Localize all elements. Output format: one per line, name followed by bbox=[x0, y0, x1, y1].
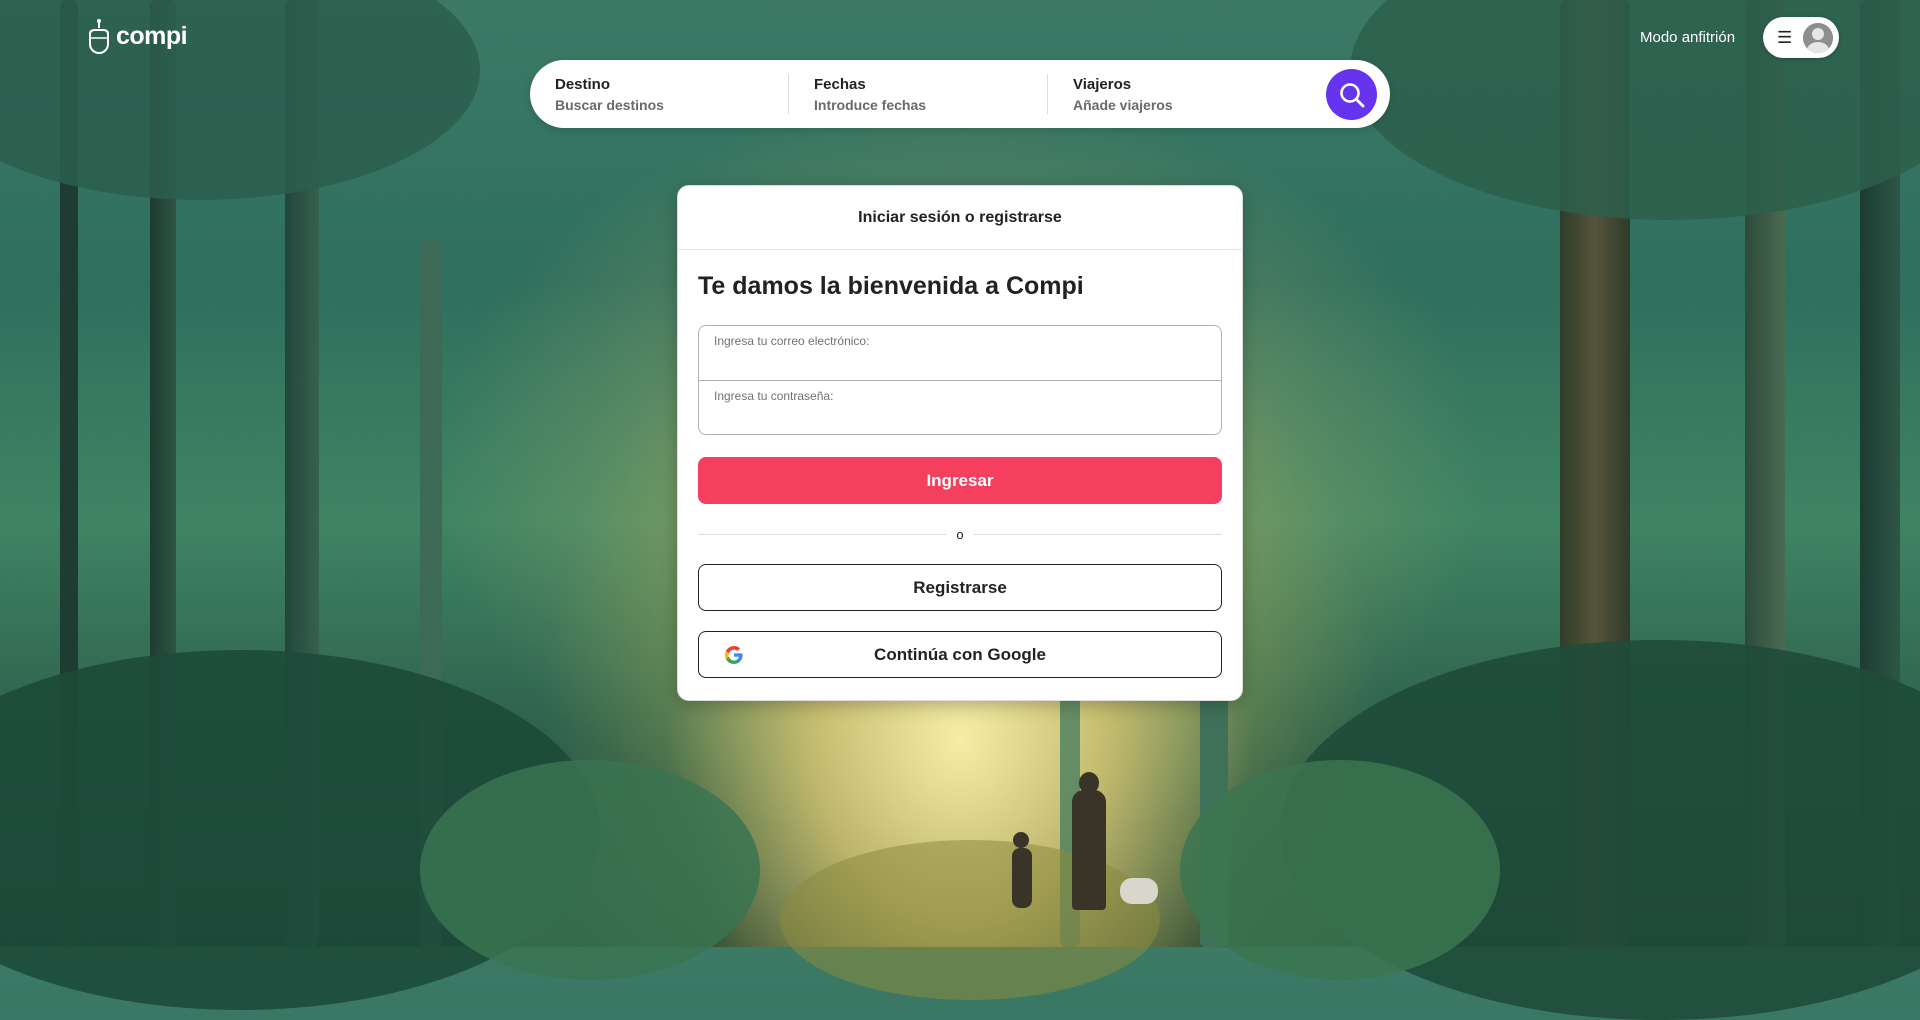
compi-logo[interactable]: compi bbox=[86, 18, 188, 54]
password-field-wrapper: Ingresa tu contraseña: bbox=[699, 380, 1221, 434]
register-button[interactable]: Registrarse bbox=[698, 564, 1222, 611]
dates-title: Fechas bbox=[814, 75, 866, 93]
dates-placeholder: Introduce fechas bbox=[814, 96, 927, 113]
travelers-field[interactable]: Viajeros Añade viajeros bbox=[1048, 60, 1278, 128]
or-line-right bbox=[973, 533, 1223, 535]
host-mode-link[interactable]: Modo anfitrión bbox=[1640, 29, 1735, 46]
destination-title: Destino bbox=[555, 75, 611, 93]
brand-name: compi bbox=[116, 21, 188, 50]
login-button[interactable]: Ingresar bbox=[698, 457, 1222, 504]
google-login-label: Continúa con Google bbox=[874, 644, 1046, 664]
travelers-placeholder: Añade viajeros bbox=[1073, 96, 1173, 113]
google-login-button[interactable]: Continúa con Google bbox=[698, 631, 1222, 678]
or-text: o bbox=[956, 526, 964, 542]
modal-title: Iniciar sesión o registrarse bbox=[678, 186, 1242, 250]
password-label: Ingresa tu contraseña: bbox=[714, 389, 834, 403]
email-field[interactable] bbox=[714, 348, 1206, 369]
destination-field[interactable]: Destino Buscar destinos bbox=[530, 60, 788, 128]
user-menu-button[interactable]: ☰ bbox=[1763, 17, 1839, 58]
password-field[interactable] bbox=[714, 403, 1206, 424]
login-modal: Iniciar sesión o registrarse Te damos la… bbox=[677, 185, 1243, 701]
destination-placeholder: Buscar destinos bbox=[555, 96, 664, 113]
search-icon bbox=[1339, 82, 1364, 107]
user-avatar-icon bbox=[1803, 22, 1833, 53]
google-icon bbox=[725, 646, 743, 664]
dates-field[interactable]: Fechas Introduce fechas bbox=[789, 60, 1047, 128]
search-bar: Destino Buscar destinos Fechas Introduce… bbox=[530, 60, 1390, 128]
search-button[interactable] bbox=[1326, 69, 1377, 120]
or-line-left bbox=[698, 533, 947, 535]
or-divider: o bbox=[698, 524, 1223, 544]
welcome-heading: Te damos la bienvenida a Compi bbox=[698, 272, 1084, 300]
email-field-wrapper: Ingresa tu correo electrónico: bbox=[699, 326, 1221, 380]
credentials-group: Ingresa tu correo electrónico: Ingresa t… bbox=[698, 325, 1222, 435]
hamburger-icon: ☰ bbox=[1777, 28, 1793, 47]
compi-logo-icon bbox=[89, 19, 109, 54]
register-label: Registrarse bbox=[913, 577, 1007, 597]
travelers-title: Viajeros bbox=[1073, 75, 1132, 93]
email-label: Ingresa tu correo electrónico: bbox=[714, 334, 870, 348]
